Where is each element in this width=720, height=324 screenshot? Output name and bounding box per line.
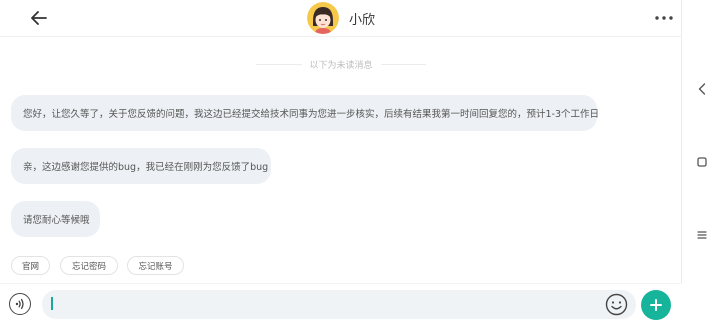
nav-menu-icon <box>697 231 707 239</box>
system-nav-rail <box>683 0 720 324</box>
arrow-left-icon <box>31 11 47 25</box>
nav-menu-button[interactable] <box>693 226 711 244</box>
message-bubble: 亲，这边感谢您提供的bug，我已经在刚刚为您反馈了bug <box>11 148 271 184</box>
more-button[interactable] <box>652 9 676 27</box>
nav-home-icon <box>697 157 707 167</box>
quick-reply-forgot-account[interactable]: 忘记账号 <box>127 256 184 275</box>
emoji-button[interactable] <box>605 293 628 316</box>
chat-window: 小欣 以下为未读消息 您好，让您久等了，关于您反馈的问题，我这边已经提交给技术同… <box>0 0 682 324</box>
more-dots-icon <box>655 16 673 20</box>
unread-divider: 以下为未读消息 <box>256 57 427 71</box>
message-text: 亲，这边感谢您提供的bug，我已经在刚刚为您反馈了bug <box>23 162 269 173</box>
nav-back-icon <box>698 83 706 95</box>
avatar-image <box>307 2 339 34</box>
contact-name: 小欣 <box>349 13 376 28</box>
nav-home-button[interactable] <box>693 153 711 171</box>
message-input[interactable] <box>42 290 636 319</box>
message-text: 您好，让您久等了，关于您反馈的问题，我这边已经提交给技术同事为您进一步核实，后续… <box>23 109 600 120</box>
input-bar <box>0 283 682 324</box>
quick-reply-official-site[interactable]: 官网 <box>11 256 50 275</box>
plus-icon <box>650 299 662 311</box>
message-text: 请您耐心等候哦 <box>23 215 90 226</box>
divider-line-right <box>380 63 427 65</box>
message-bubble: 请您耐心等候哦 <box>11 201 100 237</box>
avatar[interactable] <box>307 2 339 34</box>
divider-line-left <box>256 63 302 65</box>
voice-icon <box>15 298 24 310</box>
quick-reply-forgot-password[interactable]: 忘记密码 <box>60 256 118 275</box>
chat-header: 小欣 <box>0 0 682 37</box>
nav-back-button[interactable] <box>693 80 711 98</box>
message-bubble: 您好，让您久等了，关于您反馈的问题，我这边已经提交给技术同事为您进一步核实，后续… <box>11 95 600 131</box>
back-button[interactable] <box>27 7 51 29</box>
text-caret <box>51 297 53 310</box>
unread-divider-text: 以下为未读消息 <box>309 60 373 71</box>
emoji-icon <box>605 293 628 316</box>
add-button[interactable] <box>641 290 671 320</box>
voice-button[interactable] <box>9 293 31 315</box>
